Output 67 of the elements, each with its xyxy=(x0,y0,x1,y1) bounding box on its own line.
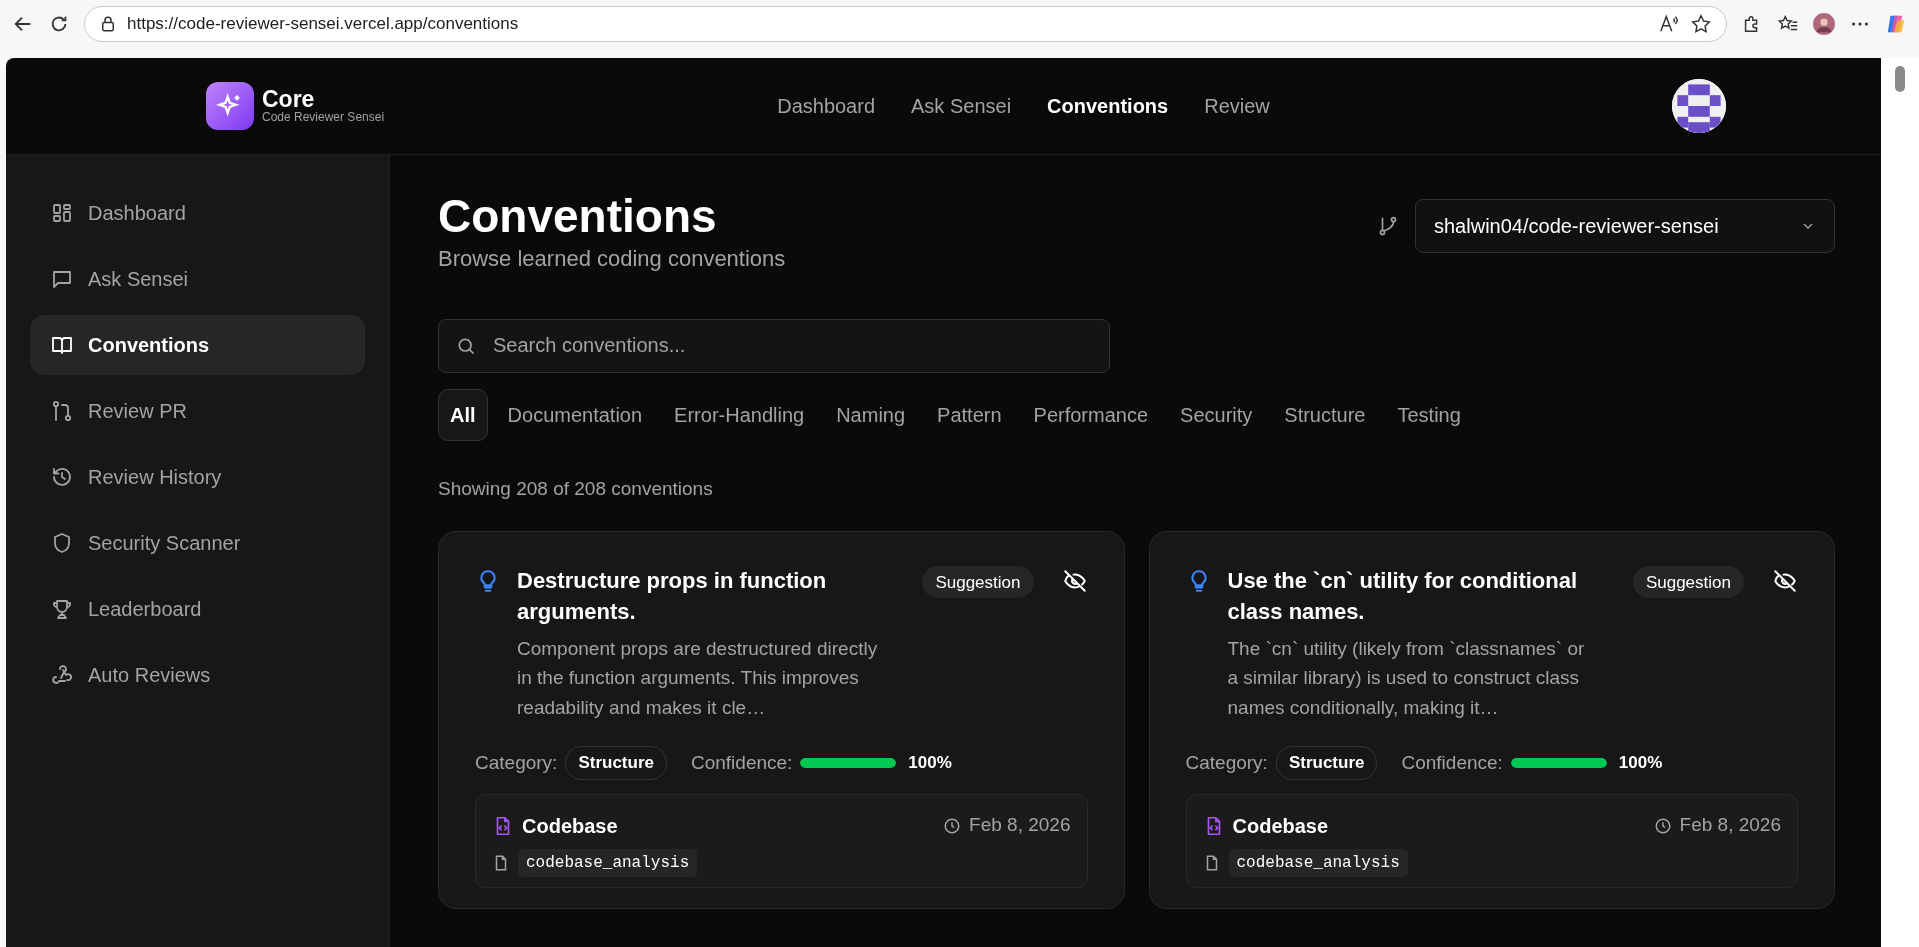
nav-link-item[interactable]: Dashboard xyxy=(777,91,876,121)
filter-tab[interactable]: All xyxy=(438,388,488,441)
history-icon xyxy=(50,465,74,489)
address-bar[interactable]: https://code-reviewer-sensei.vercel.app/conventions xyxy=(84,6,1727,42)
category-label: Category: xyxy=(1185,750,1268,775)
category-tag: Structure xyxy=(565,746,667,780)
clock-icon xyxy=(943,816,962,835)
filter-tab[interactable]: Testing xyxy=(1385,388,1473,441)
file-name: codebase_analysis xyxy=(1228,848,1408,877)
lock-icon xyxy=(99,15,117,33)
date-text: Feb 8, 2026 xyxy=(1679,813,1781,838)
search-field[interactable]: Search conventions... xyxy=(438,318,1110,373)
scrollbar[interactable] xyxy=(1881,58,1919,947)
confidence-value: 100% xyxy=(908,752,952,774)
sidebar-item[interactable]: Ask Sensei xyxy=(30,249,365,309)
sidebar-item[interactable]: Security Scanner xyxy=(30,513,365,573)
sidebar-item[interactable]: Review PR xyxy=(30,381,365,441)
nav-link-item[interactable]: Conventions xyxy=(1047,91,1169,121)
copilot-icon[interactable] xyxy=(1885,13,1907,35)
filter-tab[interactable]: Naming xyxy=(824,388,918,441)
nav-link-item[interactable]: Ask Sensei xyxy=(911,91,1012,121)
url-text: https://code-reviewer-sensei.vercel.app/conventions xyxy=(127,13,520,36)
severity-badge: Suggestion xyxy=(922,566,1034,599)
severity-badge: Suggestion xyxy=(1632,566,1744,599)
category-tag: Structure xyxy=(1275,746,1378,780)
card-description: The `cn` utility (likely from `classnames` or a similar library) is used to construct class names conditionally, making it… xyxy=(1227,636,1586,720)
file-name: codebase_analysis xyxy=(518,848,698,877)
clock-icon xyxy=(1653,816,1672,835)
card-title: Use the `cn` utility for conditional class names. xyxy=(1227,567,1579,626)
avatar-icon[interactable] xyxy=(1672,79,1726,133)
brand-tagline: Code Reviewer Sensei xyxy=(262,110,385,125)
nav-link-item[interactable]: Review xyxy=(1204,91,1270,121)
page-title: Conventions xyxy=(438,191,718,242)
filter-tab[interactable]: Error-Handling xyxy=(662,388,817,441)
filter-tab[interactable]: Security xyxy=(1168,388,1265,441)
filter-tab[interactable]: Documentation xyxy=(495,388,655,441)
repo-dropdown[interactable]: shalwin04/code-reviewer-sensei xyxy=(1415,199,1835,253)
sidebar-item[interactable]: Leaderboard xyxy=(30,579,365,639)
results-count: Showing 208 of 208 conventions xyxy=(438,476,714,501)
sidebar-item[interactable]: Dashboard xyxy=(30,183,365,243)
card-description: Component props are destructured directly in the function arguments. This improves readability and makes it cle… xyxy=(517,636,879,720)
star-icon[interactable] xyxy=(1690,13,1712,35)
sidebar-item[interactable]: Auto Reviews xyxy=(30,645,365,705)
filter-tab[interactable]: Performance xyxy=(1021,388,1161,441)
hide-icon[interactable] xyxy=(1772,568,1798,595)
source-name: Codebase xyxy=(522,813,619,839)
filter-tab[interactable]: Pattern xyxy=(925,388,1014,441)
sidebar-item[interactable]: Review History xyxy=(30,447,365,507)
source-name: Codebase xyxy=(1232,813,1330,839)
card-title: Destructure props in function arguments. xyxy=(517,567,828,626)
branch-icon xyxy=(1377,215,1399,237)
app-logo[interactable] xyxy=(206,82,254,130)
trophy-icon xyxy=(50,597,74,621)
grid-icon xyxy=(50,201,74,225)
page-subtitle: Browse learned coding conventions xyxy=(438,244,786,273)
profile-avatar[interactable] xyxy=(1813,13,1835,35)
pull-request-icon xyxy=(50,399,74,423)
brand-name: Core xyxy=(262,87,316,111)
sidebar-item[interactable]: Conventions xyxy=(30,315,365,375)
confidence-label: Confidence: xyxy=(690,750,793,775)
category-label: Category: xyxy=(475,750,558,775)
hide-icon[interactable] xyxy=(1061,568,1088,595)
confidence-value: 100% xyxy=(1618,752,1663,774)
confidence-label: Confidence: xyxy=(1401,750,1503,775)
date-text: Feb 8, 2026 xyxy=(969,813,1071,838)
filter-tab[interactable]: Structure xyxy=(1272,388,1378,441)
webhook-icon xyxy=(50,663,74,687)
